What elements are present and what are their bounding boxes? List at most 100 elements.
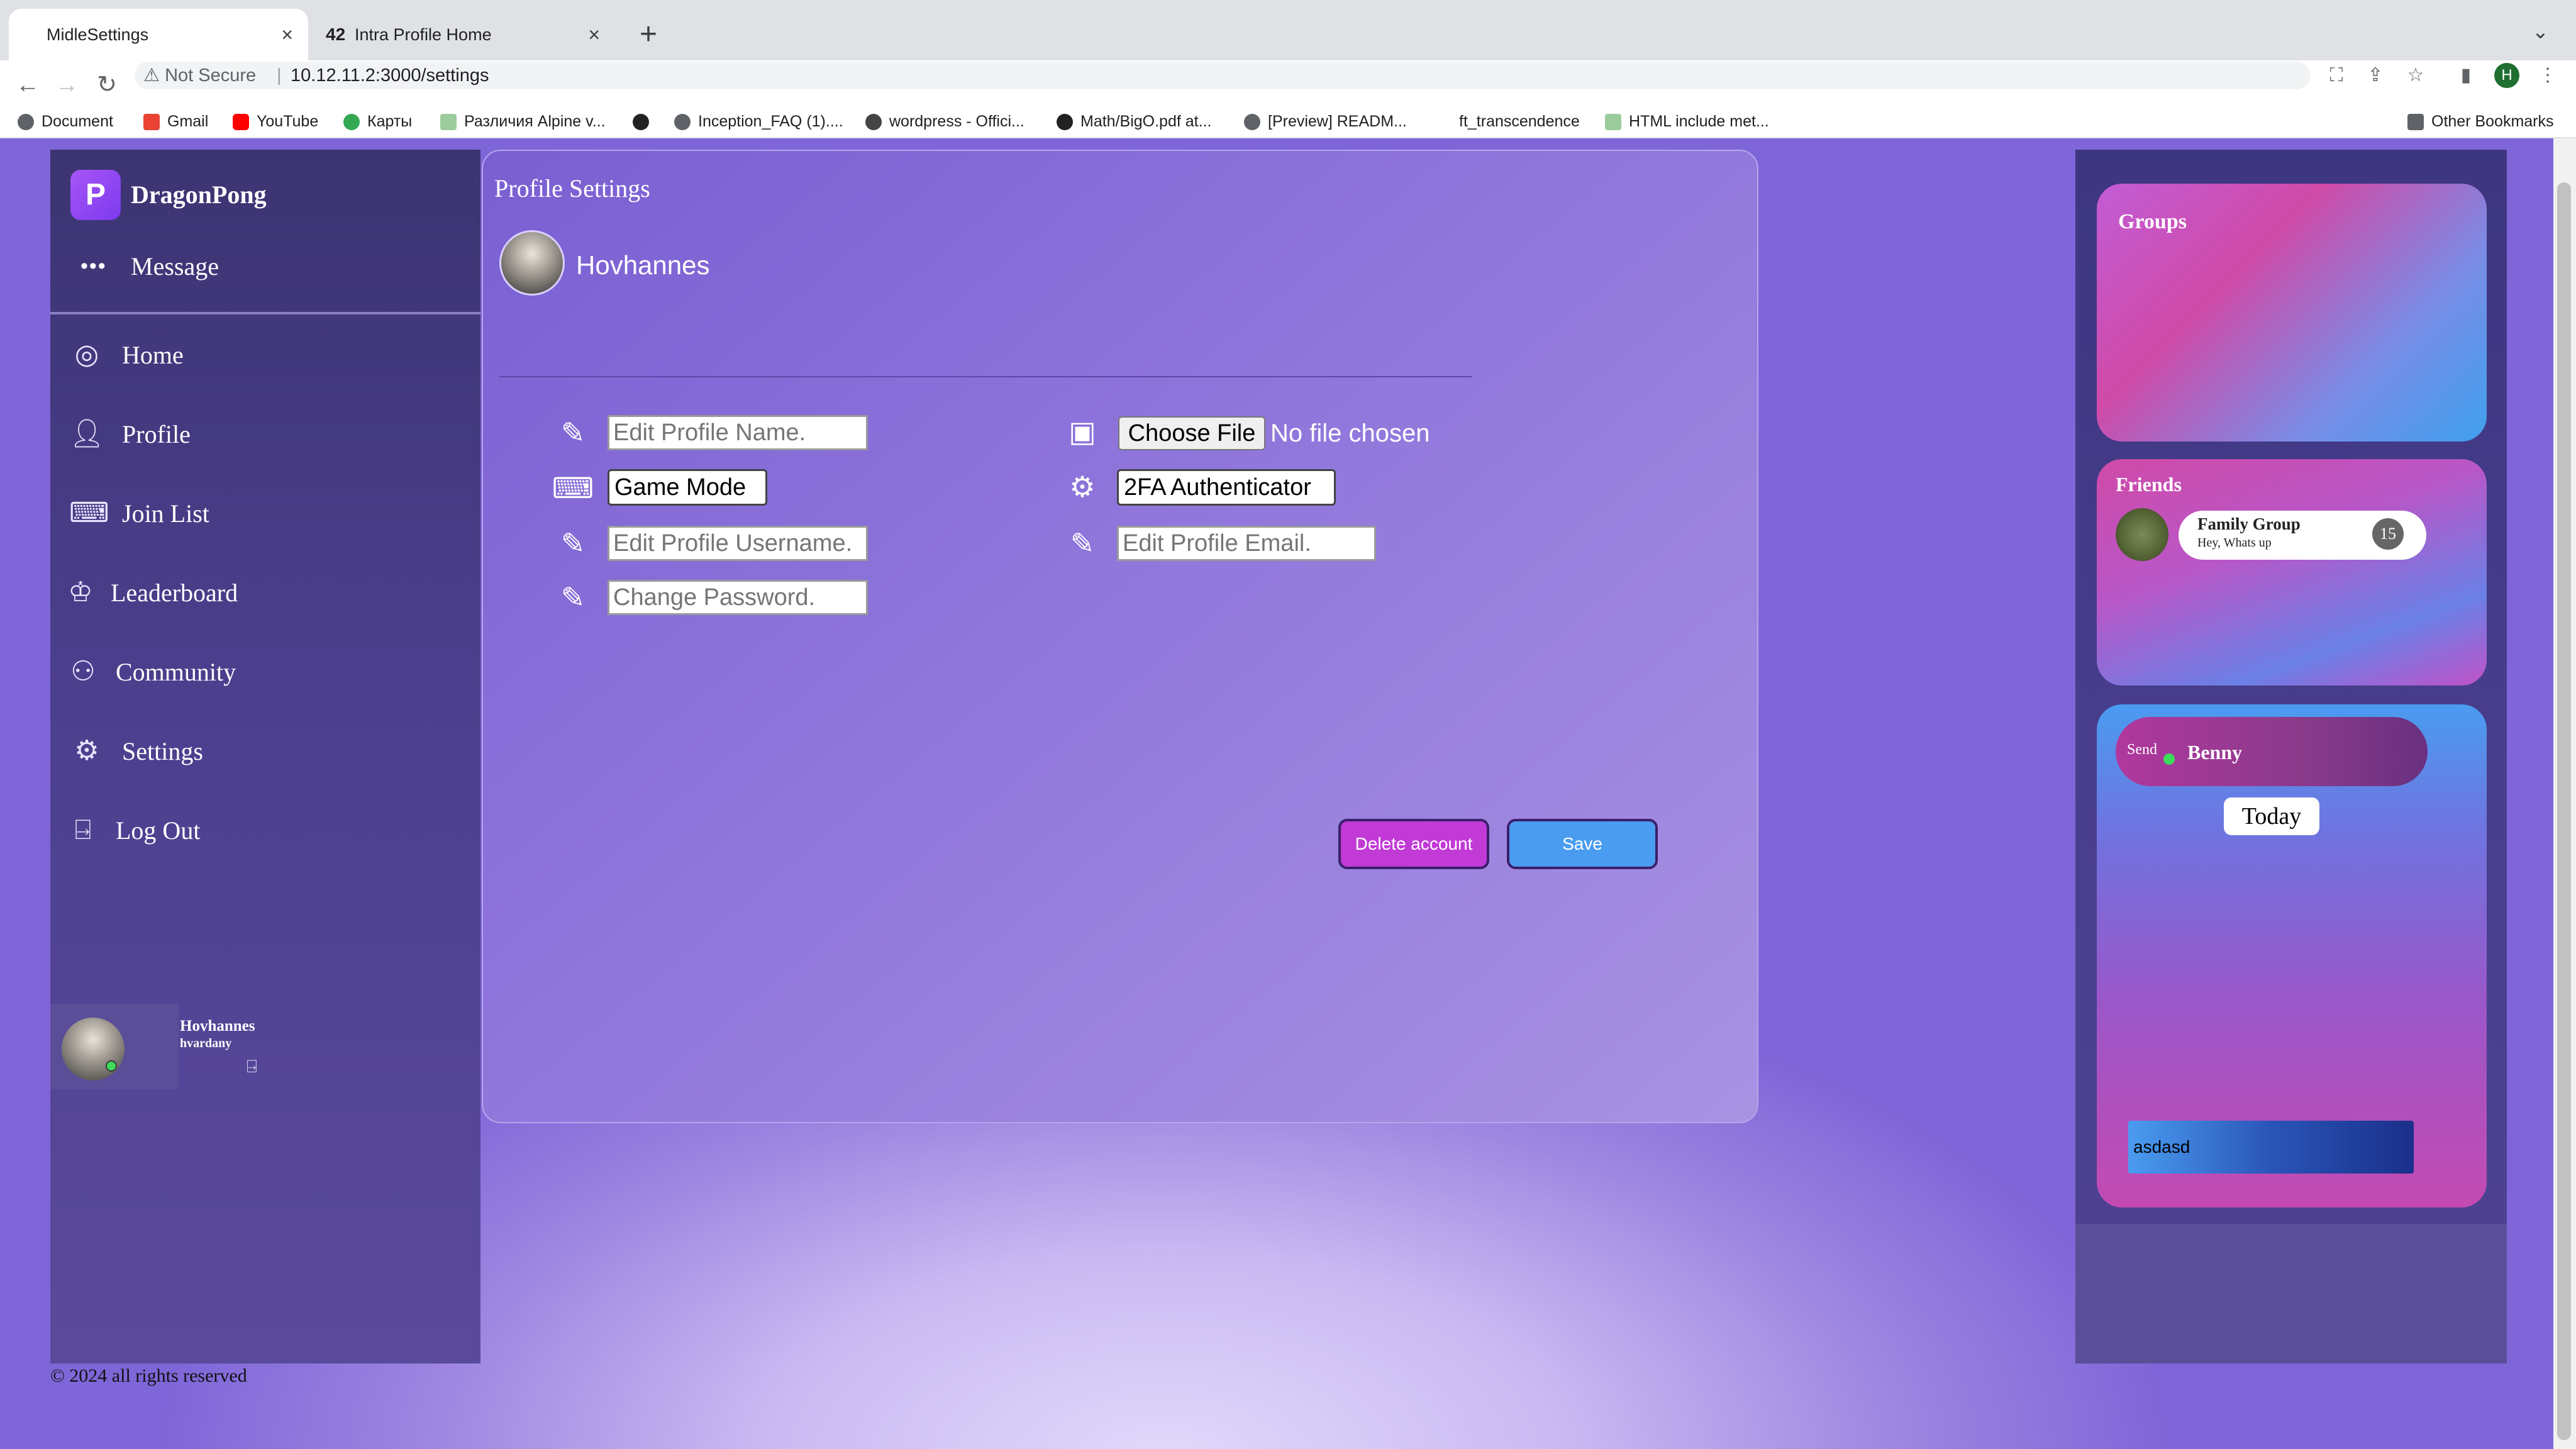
star-icon[interactable]: ☆ — [2400, 62, 2431, 89]
bookmark-item[interactable] — [633, 106, 657, 137]
bookmark-item[interactable]: Document — [18, 106, 113, 137]
sidebar-item-home[interactable]: ◎ Home — [69, 330, 184, 380]
password-input[interactable] — [608, 580, 868, 615]
url-text[interactable]: 10.12.11.2:3000/settings — [291, 62, 489, 89]
bookmark-item[interactable]: Различия Alpine v... — [440, 106, 606, 137]
sidebar-item-label: Log Out — [116, 816, 201, 845]
site-favicon-icon: 42 — [326, 25, 346, 44]
bookmark-item[interactable]: wordpress - Offici... — [865, 106, 1024, 137]
close-icon[interactable]: × — [588, 9, 600, 60]
sidebar-item-log-out[interactable]: ⍈ Log Out — [65, 805, 201, 855]
bookmark-label: wordpress - Offici... — [889, 113, 1024, 130]
sidebar-item-profile[interactable]: 👤︎ Profile — [69, 409, 191, 459]
copyright: © 2024 all rights reserved — [50, 1365, 247, 1386]
not-secure-indicator[interactable]: ⚠ Not Secure — [143, 62, 256, 89]
sidebar-item-label: Community — [116, 657, 236, 686]
sidebar-item-leaderboard[interactable]: ♔ Leaderboard — [63, 567, 238, 618]
sidebar-item-label: Settings — [122, 736, 203, 765]
bookmark-item[interactable]: Gmail — [143, 106, 208, 137]
github-icon — [1057, 114, 1073, 131]
side-panel-icon[interactable]: ▮ — [2450, 62, 2482, 89]
file-status: No file chosen — [1270, 419, 1430, 447]
avatar[interactable] — [62, 1018, 125, 1080]
gear-icon: ⚙ — [74, 735, 99, 766]
bookmark-item[interactable]: Карты — [343, 106, 412, 137]
game-mode-select[interactable]: Game Mode ⌄ — [608, 469, 767, 533]
pencil-icon: ✎ — [560, 416, 586, 449]
bookmark-item[interactable]: Inception_FAQ (1).... — [674, 106, 843, 137]
compass-icon: ◎ — [74, 339, 99, 370]
new-tab-button[interactable]: + — [626, 13, 670, 57]
wordpress-icon — [865, 114, 882, 131]
twofa-value: 2FA Authenticator — [1124, 474, 1311, 501]
app-logo-icon[interactable]: P — [70, 170, 121, 220]
profile-name-input[interactable] — [608, 415, 868, 450]
user-name: Hovhannes — [180, 1018, 255, 1035]
logout-icon[interactable]: ⍈ — [247, 1057, 257, 1077]
maps-pin-icon — [343, 114, 360, 131]
reload-icon[interactable]: ↻ — [88, 63, 126, 107]
trophy-icon: ♔ — [68, 577, 93, 608]
sidebar-item-label: Leaderboard — [111, 578, 238, 607]
close-icon[interactable]: × — [281, 9, 293, 60]
chat-contact-name: Benny — [2187, 741, 2243, 763]
bookmark-item[interactable]: ft_transcendence — [1459, 106, 1580, 137]
bookmark-label: HTML include met... — [1629, 113, 1769, 130]
sidebar-item-join-list[interactable]: ⌨ Join List — [69, 488, 209, 538]
page-title: Profile Settings — [494, 174, 650, 203]
sidebar-item-label: Home — [122, 340, 184, 369]
tab-intra-profile-home[interactable]: 42 Intra Profile Home × — [313, 9, 615, 60]
forward-arrow-icon[interactable]: → — [48, 63, 86, 107]
bookmark-item[interactable]: [Preview] READM... — [1244, 106, 1407, 137]
github-icon — [633, 114, 649, 131]
sidebar-item-label: Join List — [122, 499, 209, 528]
user-icon: 👤︎ — [69, 418, 104, 449]
avatar[interactable] — [2116, 508, 2168, 561]
chat-message-input[interactable]: asdasd — [2128, 1121, 2414, 1174]
tab-midle-settings[interactable]: MidleSettings × — [9, 9, 308, 60]
bookmark-label: Other Bookmarks — [2431, 113, 2554, 130]
pencil-icon: ✎ — [1070, 527, 1095, 560]
message-link[interactable]: Message — [131, 252, 219, 281]
sidebar-item-community[interactable]: ⚇ Community — [65, 647, 236, 697]
profile-avatar[interactable]: H — [2494, 63, 2519, 88]
unread-badge: 15 — [2372, 518, 2404, 550]
bookmark-item[interactable]: YouTube — [233, 106, 318, 137]
globe-icon — [1244, 114, 1260, 131]
tab-search-chevron-icon[interactable]: ⌄ — [2532, 13, 2563, 50]
twofa-select[interactable]: 2FA Authenticator ⌄ — [1117, 469, 1336, 533]
youtube-icon — [233, 114, 249, 131]
save-button[interactable]: Save — [1507, 819, 1658, 869]
choose-file-button[interactable]: Choose File — [1118, 416, 1265, 450]
user-login: hvardany — [180, 1036, 232, 1050]
broken-avatar-image: Send — [2127, 741, 2157, 758]
translate-icon[interactable]: ⛶ — [2321, 62, 2352, 89]
friend-last-message: Hey, Whats up — [2197, 536, 2272, 550]
date-separator: Today — [2224, 797, 2319, 835]
bookmark-label: Document — [42, 113, 113, 130]
other-bookmarks[interactable]: Other Bookmarks — [2407, 106, 2554, 137]
scrollbar-thumb[interactable] — [2557, 182, 2571, 1440]
sidebar-item-settings[interactable]: ⚙ Settings — [69, 726, 203, 776]
delete-account-button[interactable]: Delete account — [1338, 819, 1489, 869]
username-input[interactable] — [608, 526, 868, 561]
message-dots-icon[interactable]: ••• — [80, 254, 107, 279]
email-input[interactable] — [1117, 526, 1376, 561]
page-icon — [440, 114, 457, 131]
share-icon[interactable]: ⇪ — [2360, 62, 2391, 89]
app-name[interactable]: DragonPong — [131, 176, 267, 214]
bookmark-item[interactable]: Math/BigO.pdf at... — [1057, 106, 1211, 137]
sidebar-item-label: Profile — [122, 419, 191, 448]
pencil-icon: ✎ — [560, 527, 586, 560]
back-arrow-icon[interactable]: ← — [9, 63, 47, 107]
page-icon — [1605, 114, 1621, 131]
online-status-dot — [106, 1060, 117, 1072]
bookmark-label: Карты — [367, 113, 413, 130]
security-label: Not Secure — [165, 65, 257, 86]
bookmark-item[interactable]: HTML include met... — [1605, 106, 1769, 137]
bookmark-label: ft_transcendence — [1459, 113, 1580, 130]
right-panel-footer — [2075, 1224, 2507, 1363]
kebab-menu-icon[interactable]: ⋮ — [2532, 62, 2563, 89]
gear-icon: ⚙ — [1069, 470, 1096, 503]
bookmark-label: Math/BigO.pdf at... — [1080, 113, 1212, 130]
